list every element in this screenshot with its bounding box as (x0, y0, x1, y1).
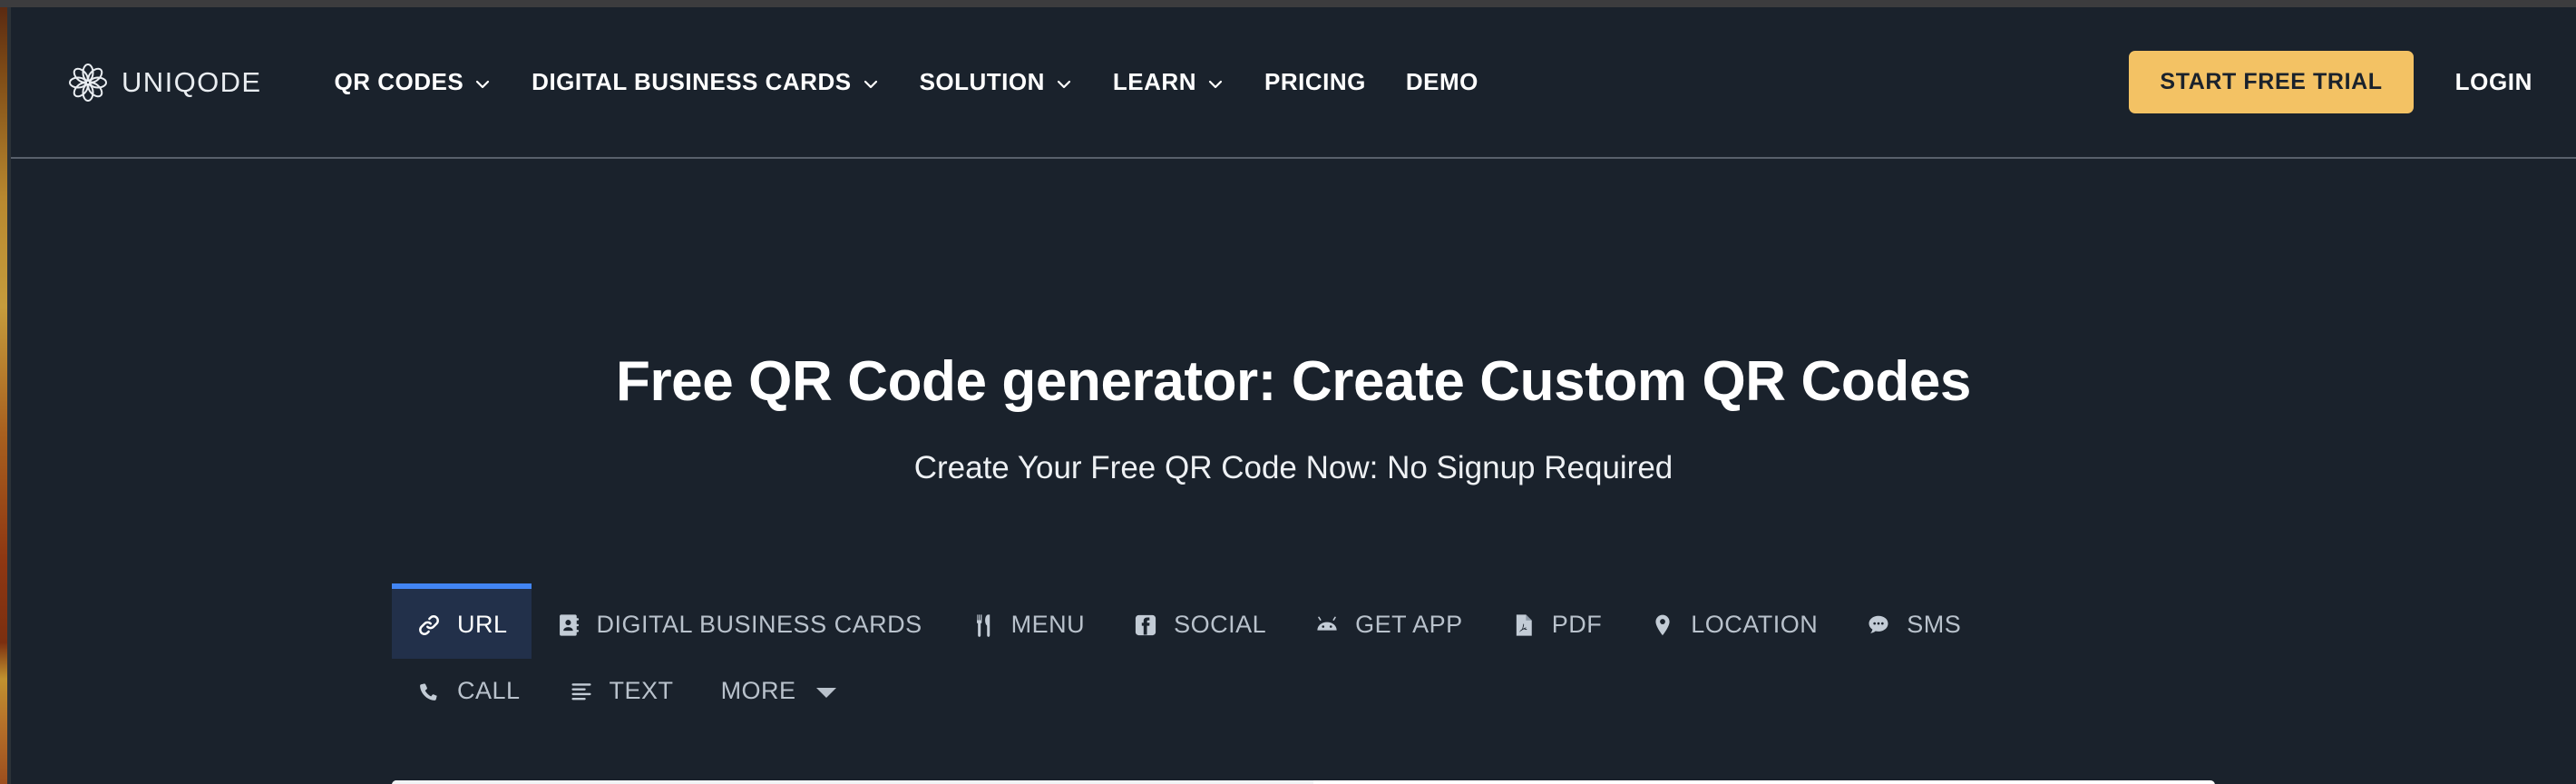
tab-social[interactable]: SOCIAL (1108, 583, 1290, 659)
brand-name: UNIQODE (122, 65, 262, 98)
brand-logo[interactable]: UNIQODE (67, 62, 261, 103)
tab-label: CALL (457, 677, 521, 704)
tab-pdf[interactable]: PDF (1487, 583, 1626, 659)
map-pin-icon (1649, 612, 1676, 639)
text-lines-icon (568, 678, 595, 705)
tab-digital-business-cards[interactable]: DIGITAL BUSINESS CARDS (532, 583, 946, 659)
browser-top-strip (0, 0, 2576, 7)
nav-item-label: DIGITAL BUSINESS CARDS (532, 68, 852, 95)
qr-generator-panel[interactable] (392, 780, 2215, 784)
tab-more[interactable]: MORE (698, 662, 860, 721)
qr-generator-panel-form-area[interactable] (392, 780, 1313, 784)
browser-left-edge-strip (0, 7, 7, 784)
nav-item-label: QR CODES (334, 68, 464, 95)
tab-label: DIGITAL BUSINESS CARDS (596, 611, 922, 638)
tab-label: URL (457, 611, 508, 638)
chevron-down-icon (862, 75, 880, 93)
nav-item-label: LEARN (1112, 68, 1196, 95)
qr-type-tab-bar: URL DIGITAL BUSINESS CARDS MENU SOCIAL G… (392, 583, 2215, 721)
nav-item-demo[interactable]: DEMO (1386, 59, 1498, 105)
nav-item-digital-business-cards[interactable]: DIGITAL BUSINESS CARDS (512, 59, 899, 105)
nav-item-pricing[interactable]: PRICING (1244, 59, 1386, 105)
fork-knife-icon (970, 612, 997, 639)
android-icon (1313, 612, 1341, 639)
contact-card-icon (555, 612, 582, 639)
tab-sms[interactable]: SMS (1841, 583, 1985, 659)
nav-item-label: DEMO (1405, 68, 1478, 95)
hero-section: Free QR Code generator: Create Custom QR… (11, 350, 2576, 486)
tab-label: PDF (1551, 611, 1603, 638)
page-title: Free QR Code generator: Create Custom QR… (615, 350, 1971, 413)
start-free-trial-button[interactable]: START FREE TRIAL (2129, 51, 2414, 113)
tab-label: SMS (1907, 611, 1962, 638)
login-link[interactable]: LOGIN (2455, 68, 2532, 96)
chevron-down-icon (473, 75, 492, 93)
tab-text[interactable]: TEXT (544, 662, 698, 721)
tab-get-app[interactable]: GET APP (1290, 583, 1487, 659)
tab-label: LOCATION (1691, 611, 1819, 638)
phone-icon (415, 678, 443, 705)
nav-item-label: SOLUTION (919, 68, 1045, 95)
tab-menu[interactable]: MENU (946, 583, 1109, 659)
tab-row-primary: URL DIGITAL BUSINESS CARDS MENU SOCIAL G… (392, 583, 2215, 659)
main-nav: QR CODES DIGITAL BUSINESS CARDS SOLUTION… (334, 59, 2129, 105)
chat-bubble-icon (1865, 612, 1892, 639)
facebook-icon (1132, 612, 1159, 639)
nav-item-learn[interactable]: LEARN (1093, 59, 1244, 105)
tab-call[interactable]: CALL (392, 662, 544, 721)
tab-location[interactable]: LOCATION (1625, 583, 1841, 659)
link-icon (415, 612, 443, 639)
tab-label: MORE (720, 677, 796, 704)
flower-rosette-logo-icon (67, 62, 109, 103)
page-canvas: UNIQODE QR CODES DIGITAL BUSINESS CARDS … (11, 7, 2576, 784)
caret-down-icon (815, 688, 836, 698)
nav-item-solution[interactable]: SOLUTION (900, 59, 1093, 105)
tab-row-secondary: CALL TEXT MORE (392, 662, 2215, 721)
nav-item-label: PRICING (1264, 68, 1366, 95)
tab-label: TEXT (609, 677, 674, 704)
chevron-down-icon (1055, 75, 1073, 93)
nav-item-qr-codes[interactable]: QR CODES (334, 59, 512, 105)
hero-subtitle: Create Your Free QR Code Now: No Signup … (913, 450, 1673, 486)
tab-url[interactable]: URL (392, 583, 532, 659)
tab-label: MENU (1010, 611, 1086, 638)
pdf-file-icon (1510, 612, 1537, 639)
chevron-down-icon (1206, 75, 1225, 93)
tab-label: GET APP (1355, 611, 1463, 638)
header-actions: START FREE TRIAL LOGIN (2129, 51, 2532, 113)
tab-label: SOCIAL (1174, 611, 1267, 638)
site-header: UNIQODE QR CODES DIGITAL BUSINESS CARDS … (11, 7, 2576, 159)
